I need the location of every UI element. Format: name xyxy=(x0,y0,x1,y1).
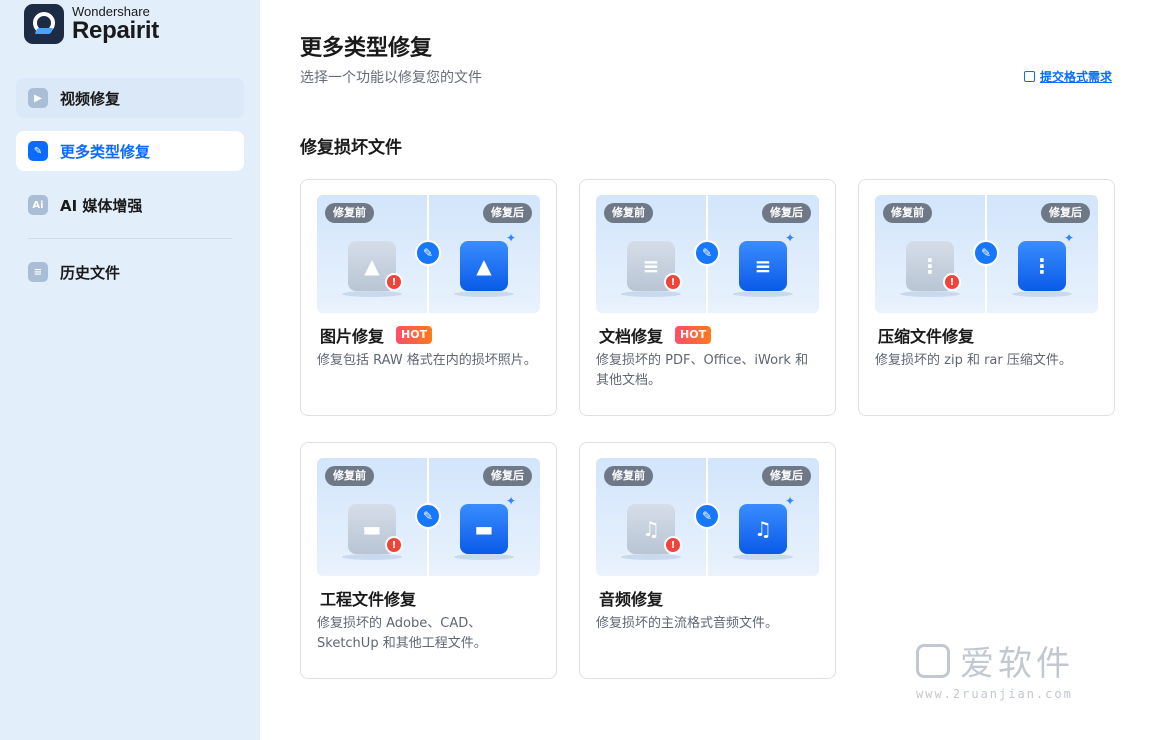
play-icon: ▶ xyxy=(28,88,48,108)
sidebar-divider xyxy=(28,238,232,239)
music-icon: ♫ xyxy=(739,504,787,554)
card-title: 文档修复 HOT xyxy=(599,323,712,347)
card-title: 图片修复 HOT xyxy=(320,323,433,347)
hot-badge: HOT xyxy=(675,326,712,344)
page-subtitle: 选择一个功能以修复您的文件 xyxy=(300,70,482,86)
sidebar-item-label: AI 媒体增强 xyxy=(60,196,143,215)
folder-icon: ▬ xyxy=(460,504,508,554)
warning-icon: ! xyxy=(664,536,682,554)
wrench-icon: ✎ xyxy=(28,141,48,161)
after-tag: 修复后 xyxy=(762,466,811,486)
card-description: 修复包括 RAW 格式在内的损坏照片。 xyxy=(317,353,537,368)
card-description: 修复损坏的 Adobe、CAD、SketchUp 和其他工程文件。 xyxy=(317,616,487,651)
sidebar-item-label: 更多类型修复 xyxy=(60,142,151,161)
before-tag: 修复前 xyxy=(325,203,374,223)
before-tag: 修复前 xyxy=(604,466,653,486)
card-document-repair[interactable]: 修复前 修复后 ≡ ! ✎ ≡ ✦ 文档修复 HOT 修复损坏的 PDF、Off… xyxy=(579,179,836,416)
edit-icon xyxy=(1023,71,1035,82)
sidebar-item-more-repair[interactable]: ✎ 更多类型修复 xyxy=(16,131,244,171)
list-icon: ≡ xyxy=(28,262,48,282)
image-icon: ▲ xyxy=(460,241,508,291)
card-title: 工程文件修复 xyxy=(320,590,417,609)
main-content: 更多类型修复 选择一个功能以修复您的文件 提交格式需求 修复损坏文件 修复前 修… xyxy=(260,0,1152,740)
repairit-logo-icon xyxy=(24,4,64,44)
brand-line2: Repairit xyxy=(72,17,159,44)
card-preview: 修复前 修复后 ♫ ! ✎ ♫ ✦ xyxy=(596,458,819,576)
before-tag: 修复前 xyxy=(325,466,374,486)
zip-icon: ⋮ xyxy=(1018,241,1066,291)
warning-icon: ! xyxy=(385,536,403,554)
card-title: 压缩文件修复 xyxy=(878,327,975,346)
sparkle-icon: ✦ xyxy=(785,231,796,245)
warning-icon: ! xyxy=(385,273,403,291)
app-logo: Wondershare Repairit xyxy=(24,4,159,44)
sidebar-item-video-repair[interactable]: ▶ 视频修复 xyxy=(16,78,244,118)
card-project-repair[interactable]: 修复前 修复后 ▬ ! ✎ ▬ ✦ 工程文件修复 修复损坏的 Adobe、CAD… xyxy=(300,442,557,679)
hot-badge: HOT xyxy=(396,326,433,344)
sparkle-icon: ✦ xyxy=(506,494,517,508)
card-preview: 修复前 修复后 ≡ ! ✎ ≡ ✦ xyxy=(596,195,819,313)
wrench-icon: ✎ xyxy=(415,240,441,266)
page-title: 更多类型修复 xyxy=(300,36,433,61)
after-tag: 修复后 xyxy=(483,466,532,486)
sidebar: Wondershare Repairit ▶ 视频修复 ✎ 更多类型修复 Ai … xyxy=(0,0,260,740)
wrench-icon: ✎ xyxy=(694,240,720,266)
before-tag: 修复前 xyxy=(883,203,932,223)
sparkle-icon: ✦ xyxy=(1064,231,1075,245)
card-preview: 修复前 修复后 ⋮ ! ✎ ⋮ ✦ xyxy=(875,195,1098,313)
wrench-icon: ✎ xyxy=(415,503,441,529)
submit-format-request-link[interactable]: 提交格式需求 xyxy=(1023,68,1112,85)
card-description: 修复损坏的 zip 和 rar 压缩文件。 xyxy=(875,353,1072,368)
watermark-url: www.2ruanjian.com xyxy=(916,687,1073,701)
card-audio-repair[interactable]: 修复前 修复后 ♫ ! ✎ ♫ ✦ 音频修复 修复损坏的主流格式音频文件。 xyxy=(579,442,836,679)
wrench-icon: ✎ xyxy=(973,240,999,266)
sidebar-item-ai-enhance[interactable]: Ai AI 媒体增强 xyxy=(16,185,244,225)
heart-logo-icon xyxy=(916,643,950,678)
submit-link-label: 提交格式需求 xyxy=(1039,70,1112,84)
sparkle-icon: ✦ xyxy=(506,231,517,245)
document-icon: ≡ xyxy=(739,241,787,291)
sidebar-item-label: 视频修复 xyxy=(60,89,121,108)
after-tag: 修复后 xyxy=(483,203,532,223)
after-tag: 修复后 xyxy=(1041,203,1090,223)
card-description: 修复损坏的 PDF、Office、iWork 和其他文档。 xyxy=(596,353,809,388)
sparkle-icon: ✦ xyxy=(785,494,796,508)
card-photo-repair[interactable]: 修复前 修复后 ▲ ! ✎ ▲ ✦ 图片修复 HOT 修复包括 RAW 格式在内… xyxy=(300,179,557,416)
card-preview: 修复前 修复后 ▬ ! ✎ ▬ ✦ xyxy=(317,458,540,576)
card-zip-repair[interactable]: 修复前 修复后 ⋮ ! ✎ ⋮ ✦ 压缩文件修复 修复损坏的 zip 和 rar… xyxy=(858,179,1115,416)
sidebar-item-history[interactable]: ≡ 历史文件 xyxy=(16,252,244,292)
wrench-icon: ✎ xyxy=(694,503,720,529)
warning-icon: ! xyxy=(943,273,961,291)
warning-icon: ! xyxy=(664,273,682,291)
ai-icon: Ai xyxy=(28,195,48,215)
sidebar-item-label: 历史文件 xyxy=(60,263,121,282)
card-preview: 修复前 修复后 ▲ ! ✎ ▲ ✦ xyxy=(317,195,540,313)
card-description: 修复损坏的主流格式音频文件。 xyxy=(596,616,779,631)
card-title: 音频修复 xyxy=(599,590,664,609)
watermark: 爱软件 www.2ruanjian.com xyxy=(916,636,1074,701)
section-title: 修复损坏文件 xyxy=(300,138,402,158)
before-tag: 修复前 xyxy=(604,203,653,223)
watermark-text: 爱软件 xyxy=(960,644,1074,684)
after-tag: 修复后 xyxy=(762,203,811,223)
